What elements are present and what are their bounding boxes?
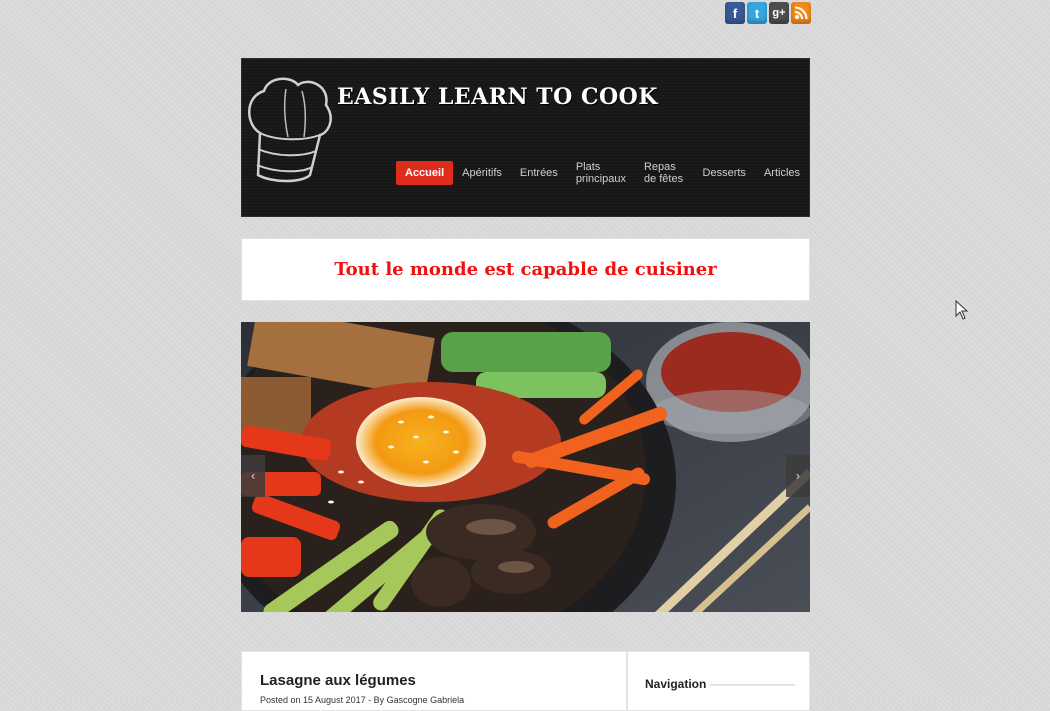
nav-item-aperitifs[interactable]: Apéritifs (453, 161, 511, 185)
slider-next-button[interactable]: › (786, 455, 810, 497)
twitter-icon[interactable]: t (747, 2, 767, 24)
nav-item-repas-de-fetes[interactable]: Repas de fêtes (635, 155, 694, 191)
nav-item-entrees[interactable]: Entrées (511, 161, 567, 185)
image-slider[interactable]: ‹ › (241, 322, 810, 612)
nav-item-accueil[interactable]: Accueil (396, 161, 454, 185)
mouse-cursor-icon (955, 300, 969, 320)
sidebar-widget: Navigation (627, 651, 810, 711)
chef-hat-icon[interactable] (246, 75, 332, 187)
nav-item-plats-principaux[interactable]: Plats principaux (567, 155, 635, 191)
social-links: f t g+ (725, 2, 811, 24)
nav-item-articles[interactable]: Articles (755, 161, 809, 185)
google-plus-icon[interactable]: g+ (769, 2, 789, 24)
post-title[interactable]: Lasagne aux légumes (260, 672, 416, 689)
slider-prev-button[interactable]: ‹ (241, 455, 265, 497)
tagline-banner: Tout le monde est capable de cuisiner (241, 238, 810, 301)
site-title[interactable]: EASILY LEARN TO COOK (337, 84, 658, 110)
facebook-icon[interactable]: f (725, 2, 745, 24)
post-card: Lasagne aux légumes Posted on 15 August … (241, 651, 627, 711)
site-header: EASILY LEARN TO COOK Accueil Apéritifs E… (241, 58, 810, 217)
tagline: Tout le monde est capable de cuisiner (334, 259, 717, 280)
main-nav: Accueil Apéritifs Entrées Plats principa… (396, 155, 809, 191)
post-meta: Posted on 15 August 2017 - By Gascogne G… (260, 695, 465, 705)
rss-icon[interactable] (791, 2, 811, 24)
sidebar-title: Navigation (645, 677, 707, 691)
sidebar-divider (710, 684, 795, 686)
food-bowl-image (241, 322, 810, 612)
nav-item-desserts[interactable]: Desserts (694, 161, 755, 185)
